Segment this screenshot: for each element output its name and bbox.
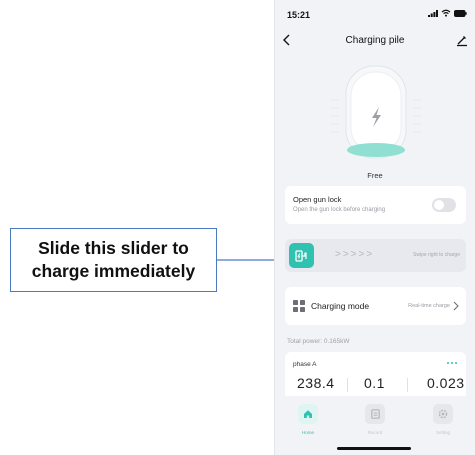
phase-card: phase A 238.4 0.1 0.023 xyxy=(285,352,466,400)
record-icon xyxy=(370,409,380,419)
toggle-knob xyxy=(434,200,444,210)
charging-pile-illustration xyxy=(331,65,421,159)
status-time: 15:21 xyxy=(287,10,311,20)
phase-divider xyxy=(347,378,348,392)
slider-arrows: >>>>> xyxy=(335,249,375,260)
slider-handle[interactable] xyxy=(289,243,314,268)
tab-record-icon-box xyxy=(365,404,385,424)
gear-icon xyxy=(438,409,448,419)
gun-lock-card: Open gun lock Open the gun lock before c… xyxy=(285,186,466,224)
nav-bar: Charging pile xyxy=(275,30,475,52)
swipe-charge-slider[interactable]: >>>>> Swipe right to charge xyxy=(285,239,466,272)
slider-hint: Swipe right to charge xyxy=(413,252,460,258)
tab-record-label: Record xyxy=(367,430,383,435)
wifi-icon xyxy=(441,9,451,17)
chevron-right-icon xyxy=(453,301,459,311)
annotation-line-2: charge immediately xyxy=(31,261,196,281)
tab-setting-icon-box xyxy=(433,404,453,424)
annotation-line-1: Slide this slider to xyxy=(38,238,189,258)
gun-lock-toggle[interactable] xyxy=(432,198,456,212)
tab-home-icon-box xyxy=(298,404,318,424)
status-icons xyxy=(428,9,467,17)
phone-screen: 15:21 Charging pile Free Open gun lock O… xyxy=(274,0,475,455)
charging-mode-label: Charging mode xyxy=(311,301,370,311)
charging-mode-row[interactable]: Charging mode Real-time charge xyxy=(285,287,466,325)
phase-divider xyxy=(407,378,408,392)
phase-voltage: 238.4 xyxy=(297,375,335,391)
home-icon xyxy=(304,410,312,418)
signal-icon xyxy=(428,9,438,17)
charger-plug-icon xyxy=(294,249,307,262)
gun-lock-title: Open gun lock xyxy=(293,195,342,204)
charging-mode-value: Real-time charge xyxy=(408,303,450,309)
status-bar: 15:21 xyxy=(275,0,475,30)
gun-lock-subtitle: Open the gun lock before charging xyxy=(293,207,386,213)
battery-icon xyxy=(454,9,467,17)
tab-home[interactable]: Home xyxy=(288,404,328,444)
phase-name: phase A xyxy=(293,361,317,368)
more-icon[interactable] xyxy=(446,361,458,365)
pencil-icon[interactable] xyxy=(455,33,469,47)
tab-record[interactable]: Record xyxy=(355,404,395,444)
phase-power: 0.023 xyxy=(427,375,465,391)
grid-icon xyxy=(293,300,305,312)
tab-setting-label: Setting xyxy=(435,430,450,435)
phase-current: 0.1 xyxy=(364,375,385,391)
device-status: Free xyxy=(367,171,383,180)
page-title: Charging pile xyxy=(345,35,405,46)
tab-setting[interactable]: Setting xyxy=(423,404,463,444)
home-indicator xyxy=(337,447,411,450)
tab-home-label: Home xyxy=(301,430,314,435)
annotation-callout: Slide this slider to charge immediately xyxy=(10,228,217,292)
total-power: Total power: 0.165kW xyxy=(287,338,350,345)
